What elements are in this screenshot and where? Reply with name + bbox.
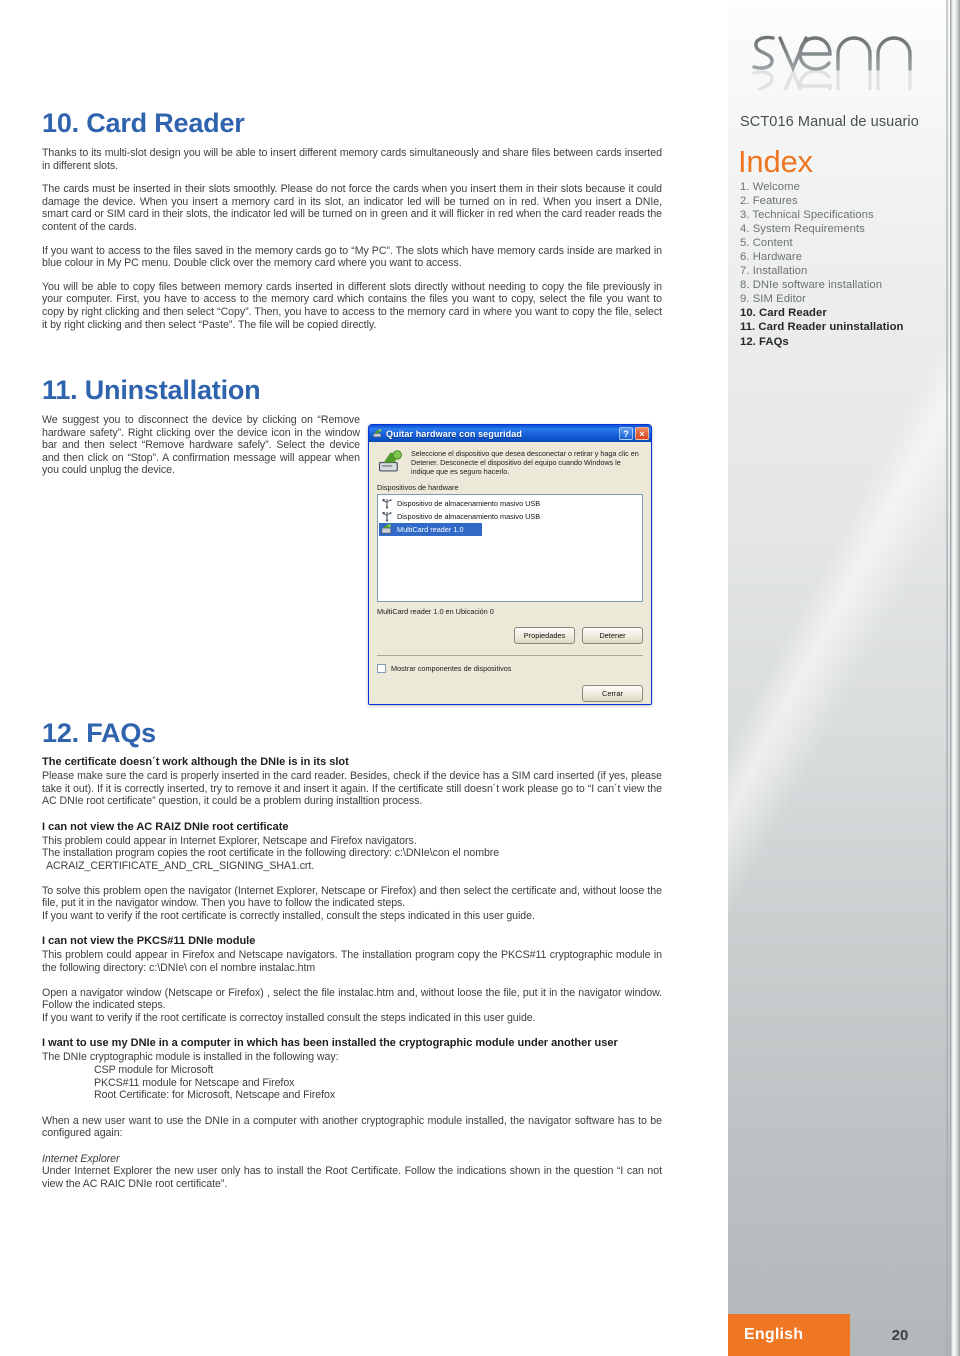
close-dialog-button[interactable]: Cerrar <box>582 684 643 702</box>
dialog-close-button[interactable]: × <box>635 427 649 440</box>
faq-question-1-body: Please make sure the card is properly in… <box>42 770 662 808</box>
hardware-unplug-icon <box>378 450 402 472</box>
faq-question-1-title: The certificate doesn´t work although th… <box>42 756 349 768</box>
safely-remove-icon <box>373 429 382 438</box>
page-spine <box>950 0 960 1356</box>
section-12-heading: 12. FAQs <box>42 718 156 748</box>
show-device-components-label: Mostrar componentes de dispositivos <box>391 663 512 673</box>
properties-button[interactable]: Propiedades <box>514 626 575 644</box>
hardware-device-list[interactable]: Dispositivo de almacenamiento masivo USB… <box>377 493 643 602</box>
faq-question-4-sub-body: Under Internet Explorer the new user onl… <box>42 1165 662 1191</box>
faq-question-2-line-3: ACRAIZ_CERTIFICATE_AND_CRL_SIGNING_SHA1.… <box>46 859 315 872</box>
section-11-paragraph-1: We suggest you to disconnect the device … <box>42 414 360 477</box>
dialog-intro-row: Seleccione el dispositivo que desea desc… <box>377 449 643 477</box>
device-list-item-label: Dispositivo de almacenamiento masivo USB <box>397 498 541 508</box>
dialog-help-button[interactable]: ? <box>619 427 633 440</box>
device-list-item-selected[interactable]: MultiCard reader 1.0 <box>379 522 482 536</box>
index-item-10[interactable]: 10. Card Reader <box>740 306 940 320</box>
page-number-label: 20 <box>891 1326 909 1344</box>
faq-question-3-body: This problem could appear in Firefox and… <box>42 949 662 974</box>
section-10-paragraph-2: The cards must be inserted in their slot… <box>42 183 662 233</box>
device-list-item[interactable]: Dispositivo de almacenamiento masivo USB <box>379 510 641 523</box>
dialog-action-buttons: Propiedades Detener <box>377 626 643 644</box>
dialog-body: Seleccione el dispositivo que desea desc… <box>369 442 651 704</box>
section-10-paragraph-3: If you want to access to the files saved… <box>42 244 662 270</box>
index-item-9[interactable]: 9. SIM Editor <box>740 292 940 306</box>
index-item-2[interactable]: 2. Features <box>740 194 940 208</box>
stop-button[interactable]: Detener <box>582 626 643 644</box>
index-item-12[interactable]: 12. FAQs <box>740 335 940 349</box>
usb-device-icon <box>382 498 393 509</box>
usb-device-icon <box>382 511 393 522</box>
section-card-reader: 10. Card Reader Thanks to its multi-slot… <box>42 108 662 331</box>
dialog-list-label: Dispositivos de hardware <box>377 482 459 492</box>
faq-question-2-line-1: This problem could appear in Internet Ex… <box>42 834 417 847</box>
page-spine-line <box>946 0 948 1356</box>
dialog-title: Quitar hardware con seguridad <box>386 428 522 439</box>
dialog-intro-text: Seleccione el dispositivo que desea desc… <box>411 449 639 477</box>
index-item-5[interactable]: 5. Content <box>740 236 940 250</box>
device-list-item-label: MultiCard reader 1.0 <box>397 524 464 534</box>
index-item-11[interactable]: 11. Card Reader uninstallation <box>740 320 940 334</box>
index-heading: Index <box>738 144 813 179</box>
faq-question-4-subheading: Internet Explorer <box>42 1152 120 1165</box>
index-item-1[interactable]: 1. Welcome <box>740 180 940 194</box>
faq-question-4-extra: When a new user want to use the DNIe in … <box>42 1114 662 1140</box>
dialog-divider <box>377 654 643 656</box>
sveon-logo <box>742 16 942 90</box>
footer-language-label: English <box>744 1326 804 1343</box>
section-10-heading: 10. Card Reader <box>42 108 245 138</box>
card-reader-icon <box>381 523 392 534</box>
faq-question-2-extra-1: To solve this problem open the navigator… <box>42 884 662 910</box>
section-10-paragraph-1: Thanks to its multi-slot design you will… <box>42 147 662 172</box>
safely-remove-hardware-dialog: Quitar hardware con seguridad ? × Selecc… <box>368 424 652 705</box>
footer-language-badge: English <box>728 1314 850 1356</box>
faq-question-2-extra-2: If you want to verify if the root certif… <box>42 909 535 922</box>
section-11-heading: 11. Uninstallation <box>42 375 261 405</box>
dialog-status-text: MultiCard reader 1.0 en Ubicación 0 <box>377 606 494 616</box>
index-list: 1. Welcome 2. Features 3. Technical Spec… <box>740 180 940 349</box>
faq-question-2-line-2: The installation program copies the root… <box>42 847 500 860</box>
faq-question-3-extra-1: Open a navigator window (Netscape or Fir… <box>42 986 662 1012</box>
manual-title: SCT016 Manual de usuario <box>740 114 919 130</box>
dialog-window-buttons: ? × <box>619 427 649 440</box>
section-faqs: 12. FAQs The certificate doesn´t work al… <box>42 718 662 1191</box>
document-page: SCT016 Manual de usuario Index 1. Welcom… <box>0 0 960 1356</box>
device-list-item-label: Dispositivo de almacenamiento masivo USB <box>397 511 541 521</box>
index-item-6[interactable]: 6. Hardware <box>740 250 940 264</box>
faq-question-4-item-2: PKCS#11 module for Netscape and Firefox <box>94 1076 295 1089</box>
show-device-components-checkbox[interactable] <box>377 663 386 673</box>
faq-question-4-body: The DNIe cryptographic module is install… <box>42 1051 339 1064</box>
dialog-titlebar: Quitar hardware con seguridad ? × <box>369 425 651 442</box>
device-list-item[interactable]: Dispositivo de almacenamiento masivo USB <box>379 497 641 510</box>
footer-page-number: 20 <box>850 1314 950 1356</box>
index-item-3[interactable]: 3. Technical Specifications <box>740 208 940 222</box>
dialog-close-row: Cerrar <box>377 684 643 702</box>
index-item-7[interactable]: 7. Installation <box>740 264 940 278</box>
faq-question-4-item-1: CSP module for Microsoft <box>94 1063 214 1076</box>
faq-question-4-title: I want to use my DNIe in a computer in w… <box>42 1037 618 1050</box>
section-10-paragraph-4: You will be able to copy files between m… <box>42 280 662 331</box>
faq-question-3-extra-2: If you want to verify if the root certif… <box>42 1011 536 1024</box>
faq-question-3-title: I can not view the PKCS#11 DNIe module <box>42 935 256 948</box>
index-item-4[interactable]: 4. System Requirements <box>740 222 940 236</box>
show-device-components-checkbox-row[interactable]: Mostrar componentes de dispositivos <box>377 663 643 673</box>
faq-question-2-title: I can not view the AC RAIZ DNIe root cer… <box>42 820 289 833</box>
index-item-8[interactable]: 8. DNIe software installation <box>740 278 940 292</box>
faq-question-4-item-3: Root Certificate: for Microsoft, Netscap… <box>94 1089 336 1102</box>
